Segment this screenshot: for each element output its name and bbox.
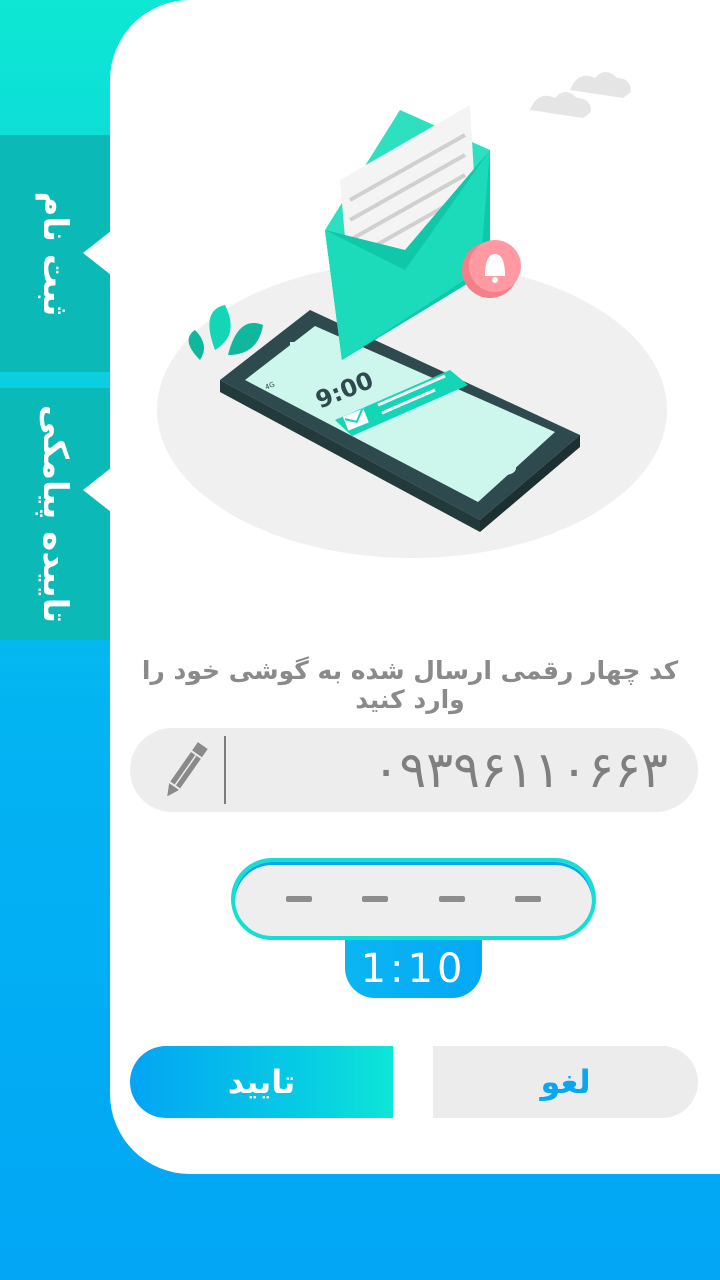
tab-register[interactable]: ثبت نام [0, 135, 111, 372]
code-digit-slot[interactable] [515, 896, 542, 902]
tab-sms-verify[interactable]: تاییده پیامکی [0, 388, 111, 640]
tab-register-label: ثبت نام [35, 191, 75, 316]
code-digit-slot[interactable] [362, 896, 389, 902]
instruction-text: کد چهار رقمی ارسال شده به گوشی خود را وا… [141, 656, 679, 714]
tab-sms-verify-notch [83, 468, 111, 512]
cancel-button[interactable]: لغو [433, 1046, 698, 1118]
phone-number-field: ۰۹۳۹۶۱۱۰۶۶۳ [130, 728, 698, 812]
tab-register-notch [83, 231, 111, 275]
phone-number-value: ۰۹۳۹۶۱۱۰۶۶۳ [372, 741, 668, 799]
code-digit-slot[interactable] [438, 896, 465, 902]
verification-code-input[interactable] [231, 858, 596, 940]
envelope-phone-illustration: 9:00 4G [157, 72, 667, 558]
field-divider [224, 736, 226, 804]
countdown-timer: 1:10 [345, 940, 482, 998]
code-digit-slot[interactable] [285, 896, 312, 902]
tab-sms-verify-label: تاییده پیامکی [35, 404, 75, 624]
confirm-button[interactable]: تایید [130, 1046, 393, 1118]
pencil-icon[interactable] [155, 738, 215, 804]
